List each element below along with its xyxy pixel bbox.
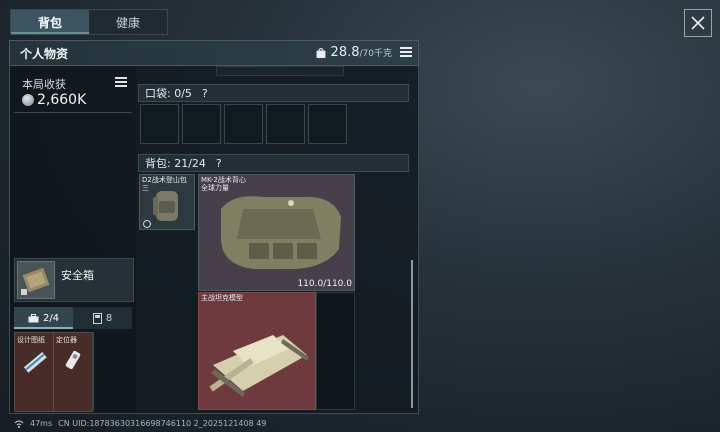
- safebox-slot[interactable]: 安全箱: [14, 258, 134, 302]
- item-label: 主战坦克模型: [201, 294, 243, 302]
- keycase-count: 8: [105, 312, 113, 324]
- tab-health[interactable]: 健康: [89, 10, 167, 34]
- vest-durability: 110.0/110.0: [297, 279, 352, 289]
- safebox-icon: [17, 261, 55, 299]
- pocket-section-bar: 口袋: 0/5 ?: [138, 84, 409, 102]
- durability-icon: [143, 220, 151, 228]
- tool-label: 设计图纸: [17, 336, 45, 344]
- tool-item-locator[interactable]: 定位器: [53, 332, 93, 412]
- panel-header: 个人物资 28.8 /70千克: [9, 40, 419, 66]
- vest-icon: [221, 196, 341, 270]
- backpack-section-bar: 背包: 21/24 ?: [138, 154, 409, 172]
- blueprint-icon: [23, 351, 47, 373]
- weight-value: 28.8: [330, 45, 360, 60]
- item-name: MK-2战术背心: [201, 176, 246, 184]
- weight-max: /70千克: [359, 49, 393, 59]
- locator-icon: [65, 350, 81, 370]
- wifi-icon: [14, 420, 24, 428]
- inventory-item-vest[interactable]: MK-2战术背心 全球力量 110.0/110.0: [198, 174, 355, 291]
- coin-icon: [22, 94, 34, 106]
- close-icon: [691, 16, 705, 30]
- earnings-label: 本局收获: [22, 78, 66, 91]
- toolbox-icon: [28, 313, 39, 322]
- pocket-slot[interactable]: [308, 104, 347, 144]
- close-button[interactable]: [684, 9, 712, 37]
- list-menu-icon[interactable]: [398, 44, 414, 60]
- uid-text: CN UID:18783630316698746110 2_2025121408…: [58, 419, 267, 428]
- toolbox-count: 2/4: [42, 312, 60, 324]
- container-subtabs: 2/4 8: [14, 307, 132, 329]
- backpack-help-icon[interactable]: ?: [216, 157, 222, 170]
- earnings-value: 2,660K: [37, 92, 87, 108]
- backpack-label: 背包: 21/24: [145, 157, 206, 170]
- tab-backpack[interactable]: 背包: [11, 10, 89, 34]
- earnings-card: 本局收获 2,660K: [14, 72, 132, 113]
- inventory-item-tank-model[interactable]: 主战坦克模型: [198, 292, 316, 410]
- earnings-value-row: 2,660K: [22, 92, 86, 108]
- ping-value: 47ms: [30, 419, 53, 428]
- keycase-icon: [92, 312, 102, 324]
- pocket-slot[interactable]: [182, 104, 221, 144]
- pocket-slot[interactable]: [224, 104, 263, 144]
- earnings-menu-icon[interactable]: [114, 76, 128, 88]
- panel-title: 个人物资: [20, 46, 69, 61]
- item-name: D2战术登山包: [142, 176, 187, 184]
- pocket-help-icon[interactable]: ?: [202, 87, 208, 100]
- tool-divider: [92, 332, 94, 410]
- safebox-label: 安全箱: [61, 269, 94, 282]
- status-footer: 47ms CN UID:18783630316698746110 2_20251…: [14, 419, 266, 428]
- tab-toolbox[interactable]: 2/4: [14, 307, 73, 329]
- pocket-label: 口袋: 0/5: [145, 87, 192, 100]
- backpack-icon: [153, 191, 178, 221]
- top-tabs: 背包 健康: [10, 9, 168, 35]
- grid-cell[interactable]: [316, 292, 355, 410]
- weight-indicator: 28.8 /70千克: [315, 45, 392, 60]
- equipment-strip: [216, 66, 344, 76]
- tool-item-blueprint[interactable]: 设计图纸: [14, 332, 54, 412]
- tank-model-icon: [209, 335, 309, 397]
- tab-keycase[interactable]: 8: [73, 307, 132, 329]
- tool-label: 定位器: [56, 336, 77, 344]
- scrollbar[interactable]: [411, 260, 413, 408]
- pocket-slot[interactable]: [140, 104, 179, 144]
- pocket-slot[interactable]: [266, 104, 305, 144]
- inventory-item-backpack[interactable]: D2战术登山包 三: [139, 174, 195, 230]
- weight-icon: [316, 47, 326, 58]
